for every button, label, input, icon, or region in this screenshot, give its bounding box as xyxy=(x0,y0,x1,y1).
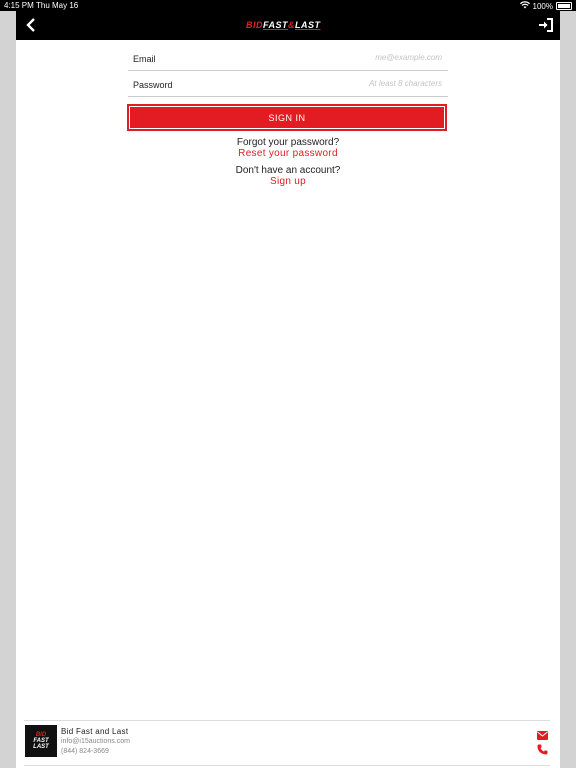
status-right: 100% xyxy=(519,1,572,11)
logo-bid: BID xyxy=(246,20,263,30)
password-field: Password xyxy=(128,72,448,97)
app-logo: BID FAST & LAST xyxy=(246,18,321,32)
email-label: Email xyxy=(133,54,156,64)
contact-email[interactable]: info@i15auctions.com xyxy=(61,738,130,745)
sign-in-button[interactable]: SIGN IN xyxy=(127,104,447,131)
footer-logo-last: LAST xyxy=(33,744,49,750)
status-date: Thu May 16 xyxy=(36,1,79,10)
logo-amp: & xyxy=(288,20,296,30)
login-form: Email Password xyxy=(128,46,448,98)
contact-phone[interactable]: (844) 824-3669 xyxy=(61,748,109,755)
forgot-password-section: Forgot your password? Reset your passwor… xyxy=(16,137,560,159)
chevron-left-icon xyxy=(26,18,35,32)
sign-in-icon[interactable] xyxy=(538,17,554,33)
logo-last: LAST xyxy=(295,20,321,30)
company-name: Bid Fast and Last xyxy=(61,727,129,736)
password-label: Password xyxy=(133,80,173,90)
battery-icon xyxy=(556,2,572,10)
envelope-icon[interactable] xyxy=(537,727,548,740)
email-input[interactable] xyxy=(240,52,444,63)
app-window: BID FAST & LAST Email Password SIGN IN F… xyxy=(16,11,560,768)
email-field: Email xyxy=(128,46,448,71)
back-button[interactable] xyxy=(22,16,40,34)
footer: BID FAST LAST Bid Fast and Last info@i15… xyxy=(24,720,550,766)
reset-password-link[interactable]: Reset your password xyxy=(16,148,560,159)
status-bar: 4:15 PM Thu May 16 100% xyxy=(0,0,576,11)
status-time: 4:15 PM xyxy=(4,1,34,10)
sign-up-link[interactable]: Sign up xyxy=(16,176,560,187)
battery-percent: 100% xyxy=(532,1,553,11)
navbar: BID FAST & LAST xyxy=(16,11,560,40)
footer-logo: BID FAST LAST xyxy=(25,725,57,757)
logo-fast: FAST xyxy=(263,20,289,30)
phone-icon[interactable] xyxy=(537,742,548,755)
wifi-icon xyxy=(519,1,530,11)
password-input[interactable] xyxy=(240,78,444,89)
forgot-password-text: Forgot your password? xyxy=(236,137,340,148)
no-account-text: Don't have an account? xyxy=(235,165,341,176)
signup-section: Don't have an account? Sign up xyxy=(16,165,560,187)
